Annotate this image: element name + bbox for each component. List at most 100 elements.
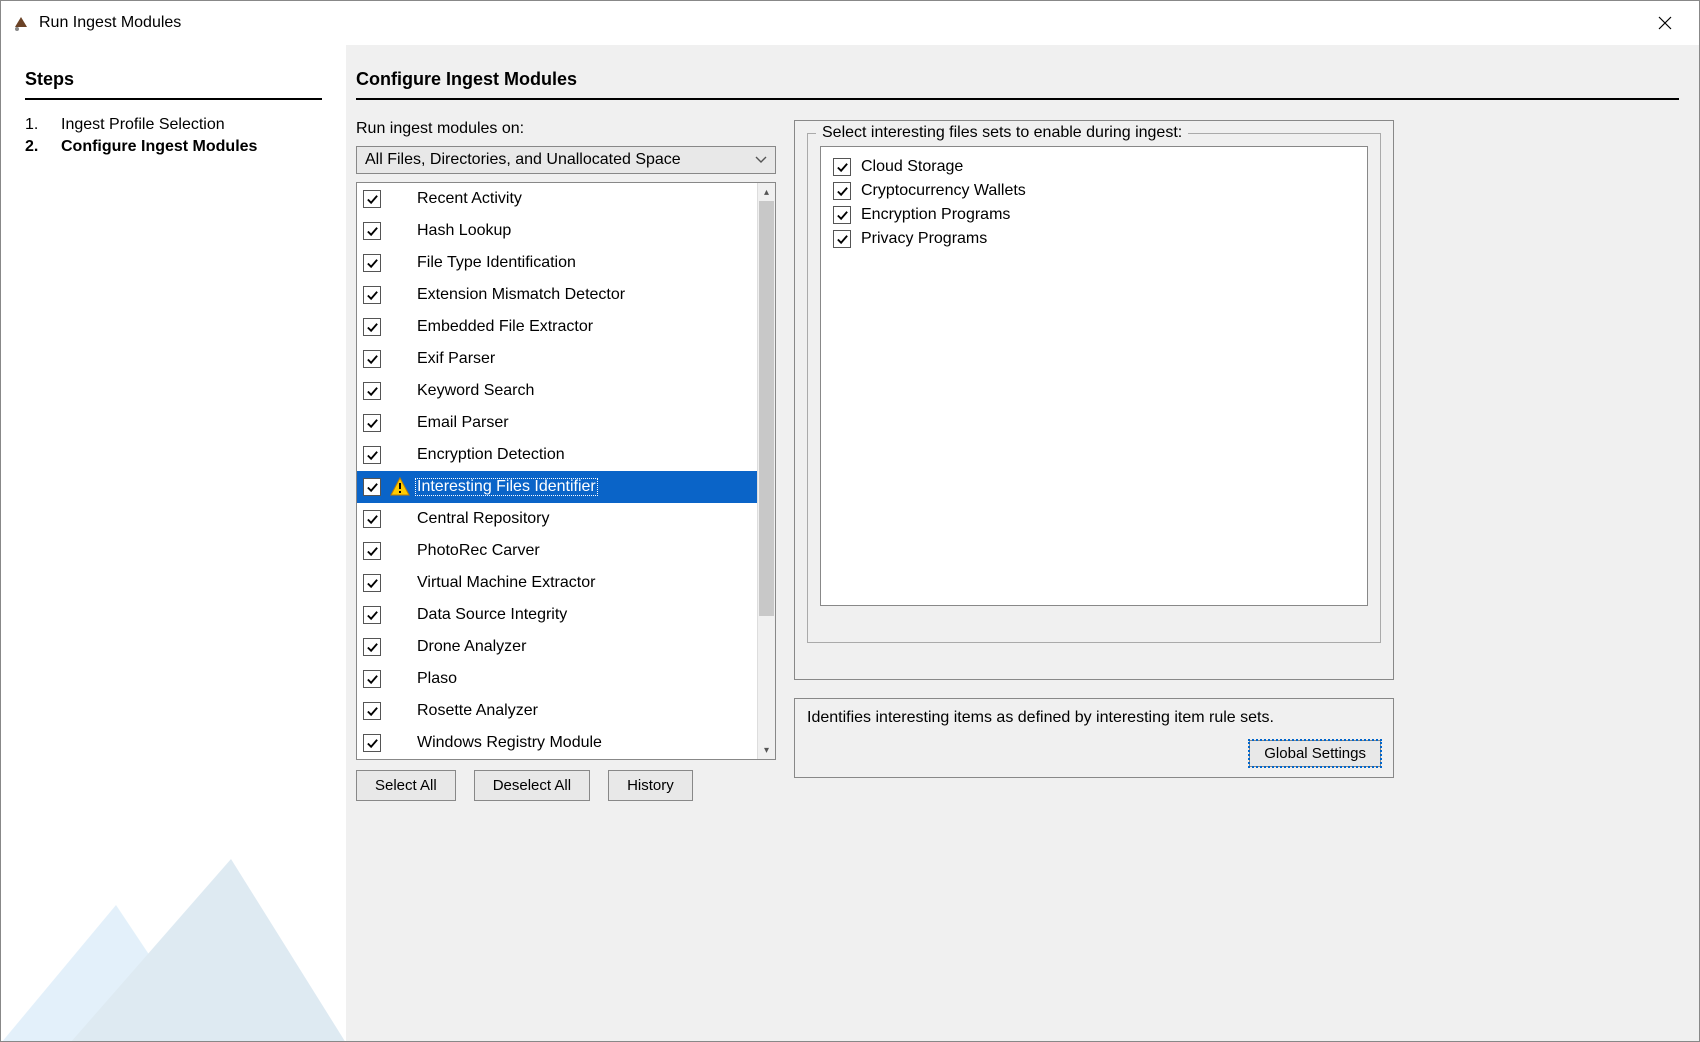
scroll-up-icon[interactable]: ▴ [758, 183, 775, 201]
fileset-checkbox[interactable] [833, 158, 851, 176]
module-checkbox[interactable] [363, 510, 381, 528]
module-item[interactable]: Extension Mismatch Detector [357, 279, 757, 311]
module-checkbox[interactable] [363, 542, 381, 560]
module-item[interactable]: Data Source Integrity [357, 599, 757, 631]
icon-spacer [389, 732, 411, 754]
warning-icon [389, 476, 411, 498]
module-checkbox[interactable] [363, 414, 381, 432]
module-item[interactable]: PhotoRec Carver [357, 535, 757, 567]
module-item[interactable]: Keyword Search [357, 375, 757, 407]
module-item[interactable]: Email Parser [357, 407, 757, 439]
module-label: Email Parser [415, 414, 511, 432]
module-label: Keyword Search [415, 382, 536, 400]
icon-spacer [389, 220, 411, 242]
module-item[interactable]: Plaso [357, 663, 757, 695]
fileset-label: Cloud Storage [861, 158, 963, 176]
steps-list: 1.Ingest Profile Selection2.Configure In… [25, 116, 322, 156]
module-item[interactable]: Embedded File Extractor [357, 311, 757, 343]
description-panel: Identifies interesting items as defined … [794, 698, 1394, 778]
module-checkbox[interactable] [363, 382, 381, 400]
scroll-thumb[interactable] [759, 201, 774, 616]
module-checkbox[interactable] [363, 670, 381, 688]
titlebar: Run Ingest Modules [1, 1, 1699, 45]
module-item[interactable]: Interesting Files Identifier [357, 471, 757, 503]
module-checkbox[interactable] [363, 350, 381, 368]
fileset-label: Privacy Programs [861, 230, 987, 248]
fileset-checkbox[interactable] [833, 230, 851, 248]
fileset-checkbox[interactable] [833, 206, 851, 224]
module-item[interactable]: Central Repository [357, 503, 757, 535]
module-item[interactable]: Encryption Detection [357, 439, 757, 471]
module-checkbox[interactable] [363, 638, 381, 656]
fileset-label: Encryption Programs [861, 206, 1010, 224]
run-on-dropdown[interactable]: All Files, Directories, and Unallocated … [356, 146, 776, 174]
icon-spacer [389, 700, 411, 722]
dropdown-value: All Files, Directories, and Unallocated … [365, 151, 681, 168]
main-panel: Configure Ingest Modules Run ingest modu… [346, 45, 1699, 1042]
step-number: 1. [25, 116, 61, 134]
fileset-item[interactable]: Encryption Programs [829, 203, 1359, 227]
module-checkbox[interactable] [363, 478, 381, 496]
module-checkbox[interactable] [363, 606, 381, 624]
module-label: Hash Lookup [415, 222, 513, 240]
module-item[interactable]: Windows Registry Module [357, 727, 757, 759]
fileset-item[interactable]: Privacy Programs [829, 227, 1359, 251]
module-checkbox[interactable] [363, 222, 381, 240]
wizard-body: Steps 1.Ingest Profile Selection2.Config… [1, 45, 1699, 1042]
module-item[interactable]: Recent Activity [357, 183, 757, 215]
icon-spacer [389, 540, 411, 562]
icon-spacer [389, 636, 411, 658]
module-label: Rosette Analyzer [415, 702, 540, 720]
steps-heading: Steps [25, 69, 322, 100]
fileset-item[interactable]: Cloud Storage [829, 155, 1359, 179]
fileset-item[interactable]: Cryptocurrency Wallets [829, 179, 1359, 203]
module-item[interactable]: Exif Parser [357, 343, 757, 375]
module-label: Data Source Integrity [415, 606, 569, 624]
steps-panel: Steps 1.Ingest Profile Selection2.Config… [1, 45, 346, 1042]
module-checkbox[interactable] [363, 734, 381, 752]
fileset-checkbox[interactable] [833, 182, 851, 200]
scroll-down-icon[interactable]: ▾ [758, 741, 775, 759]
chevron-down-icon [755, 151, 767, 169]
module-label: Interesting Files Identifier [415, 478, 598, 496]
module-settings-panel: Select interesting files sets to enable … [794, 120, 1394, 680]
module-item[interactable]: File Type Identification [357, 247, 757, 279]
module-checkbox[interactable] [363, 190, 381, 208]
module-list[interactable]: Recent Activity Hash Lookup File Type Iden… [357, 183, 757, 759]
module-checkbox[interactable] [363, 702, 381, 720]
module-label: Recent Activity [415, 190, 524, 208]
module-item[interactable]: Drone Analyzer [357, 631, 757, 663]
module-checkbox[interactable] [363, 286, 381, 304]
select-all-button[interactable]: Select All [356, 770, 456, 801]
global-settings-button[interactable]: Global Settings [1249, 740, 1381, 767]
scrollbar[interactable]: ▴ ▾ [757, 183, 775, 759]
module-label: Central Repository [415, 510, 552, 528]
module-checkbox[interactable] [363, 446, 381, 464]
filesets-list[interactable]: Cloud Storage Cryptocurrency Wallets Encry… [820, 146, 1368, 606]
module-label: Embedded File Extractor [415, 318, 595, 336]
module-label: Windows Registry Module [415, 734, 604, 752]
icon-spacer [389, 188, 411, 210]
module-checkbox[interactable] [363, 254, 381, 272]
module-item[interactable]: Rosette Analyzer [357, 695, 757, 727]
icon-spacer [389, 252, 411, 274]
module-item[interactable]: Virtual Machine Extractor [357, 567, 757, 599]
app-icon [11, 13, 31, 33]
step-item: 2.Configure Ingest Modules [25, 138, 322, 156]
close-button[interactable] [1641, 7, 1689, 39]
module-label: Exif Parser [415, 350, 497, 368]
icon-spacer [389, 412, 411, 434]
module-item[interactable]: Hash Lookup [357, 215, 757, 247]
run-on-label: Run ingest modules on: [356, 120, 776, 138]
module-description: Identifies interesting items as defined … [807, 709, 1381, 727]
history-button[interactable]: History [608, 770, 693, 801]
module-checkbox[interactable] [363, 318, 381, 336]
module-label: Drone Analyzer [415, 638, 528, 656]
filesets-legend: Select interesting files sets to enable … [816, 124, 1188, 142]
icon-spacer [389, 284, 411, 306]
module-checkbox[interactable] [363, 574, 381, 592]
icon-spacer [389, 380, 411, 402]
step-label: Configure Ingest Modules [61, 138, 257, 156]
deselect-all-button[interactable]: Deselect All [474, 770, 590, 801]
module-label: Plaso [415, 670, 459, 688]
